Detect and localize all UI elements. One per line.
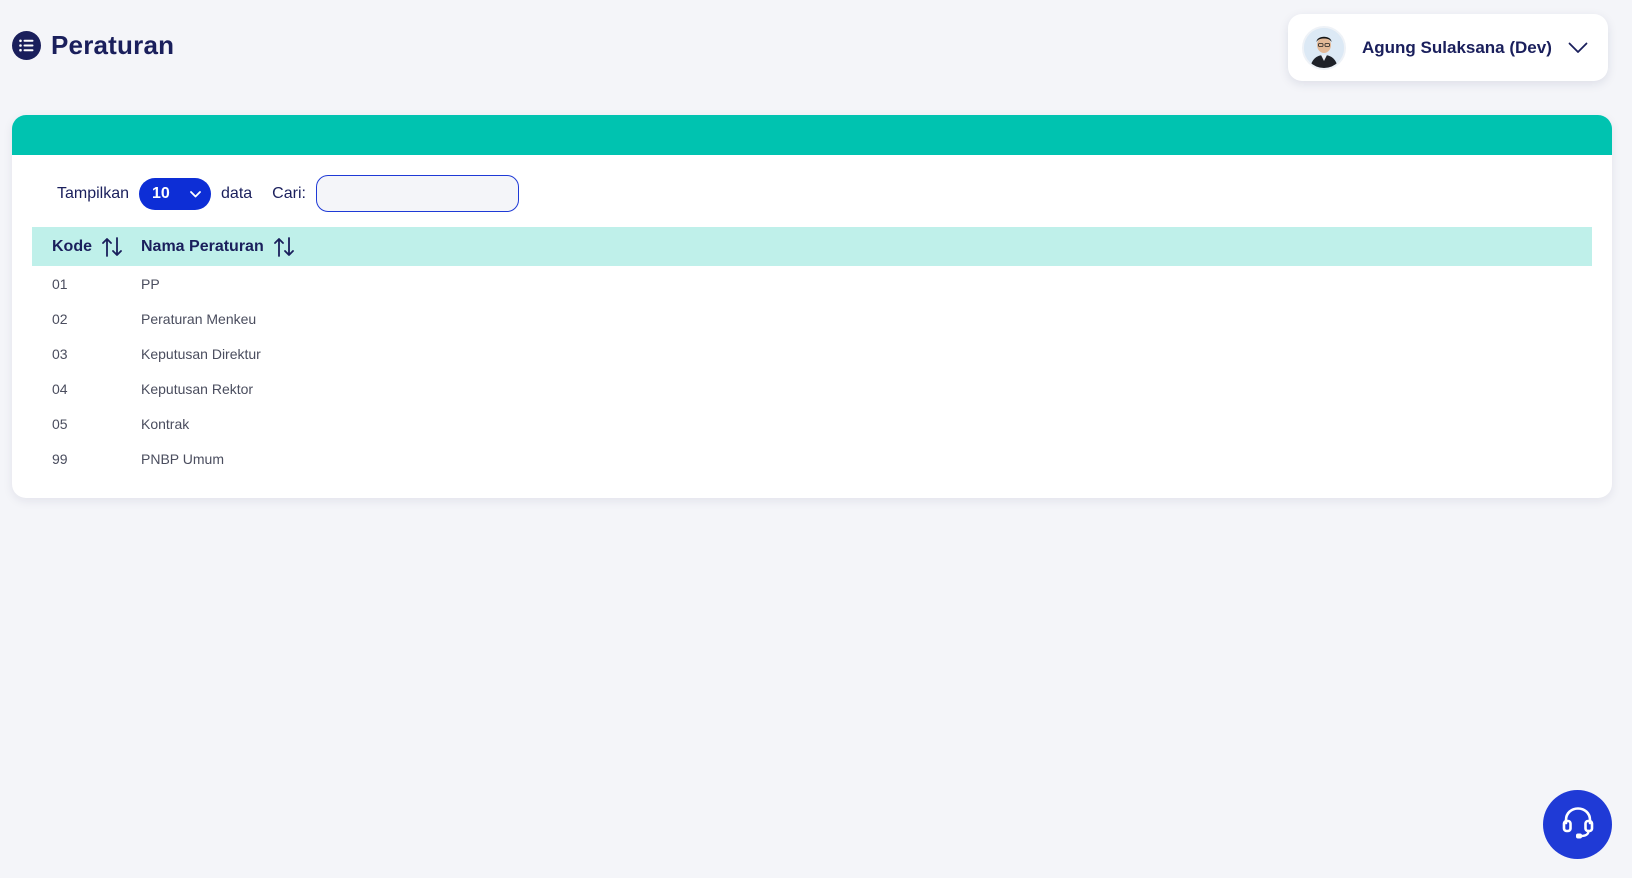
cell-kode: 04: [52, 380, 68, 397]
table-row[interactable]: 99 PNBP Umum: [32, 441, 1592, 476]
headset-icon: [1560, 804, 1596, 845]
cell-nama-peraturan: Keputusan Rektor: [141, 380, 254, 397]
column-header-kode[interactable]: Kode: [32, 236, 141, 258]
column-label: Nama Peraturan: [141, 237, 264, 255]
user-name: Agung Sulaksana (Dev): [1362, 37, 1552, 57]
column-header-nama-peraturan[interactable]: Nama Peraturan: [141, 236, 295, 258]
support-button[interactable]: [1543, 790, 1612, 859]
table-row[interactable]: 05 Kontrak: [32, 406, 1592, 441]
cell-nama-peraturan: PNBP Umum: [141, 450, 224, 467]
data-label: data: [221, 184, 253, 202]
table-row[interactable]: 02 Peraturan Menkeu: [32, 301, 1592, 336]
table-row[interactable]: 01 PP: [32, 266, 1592, 301]
page-length-select[interactable]: 10: [139, 177, 212, 210]
avatar: [1302, 25, 1346, 70]
cell-kode: 05: [52, 415, 68, 432]
table-row[interactable]: 03 Keputusan Direktur: [32, 336, 1592, 371]
cell-kode: 01: [52, 275, 68, 292]
cell-kode: 99: [52, 450, 68, 467]
cell-nama-peraturan: PP: [141, 275, 160, 292]
table-controls: Tampilkan 10 data Cari:: [57, 175, 519, 212]
table-header: Kode Nama Peraturan: [32, 227, 1592, 266]
sort-icon: [273, 236, 295, 258]
cell-kode: 03: [52, 345, 68, 362]
show-label: Tampilkan: [57, 184, 130, 202]
search-label: Cari:: [272, 184, 306, 202]
search-input[interactable]: [315, 175, 519, 212]
page-length-value: 10: [152, 184, 170, 202]
card-header-bar: [12, 115, 1612, 155]
chevron-down-icon[interactable]: [1568, 42, 1588, 54]
cell-nama-peraturan: Keputusan Direktur: [141, 345, 261, 362]
cell-nama-peraturan: Kontrak: [141, 415, 190, 432]
column-label: Kode: [52, 237, 92, 255]
cell-nama-peraturan: Peraturan Menkeu: [141, 310, 257, 327]
table-row[interactable]: 04 Keputusan Rektor: [32, 371, 1592, 406]
regulations-table: Kode Nama Peraturan 01 PP 02 Peraturan M…: [32, 227, 1592, 476]
page-header: Peraturan: [12, 30, 174, 61]
user-menu[interactable]: Agung Sulaksana (Dev): [1288, 14, 1608, 81]
cell-kode: 02: [52, 310, 68, 327]
list-icon: [12, 31, 41, 60]
regulations-card: Tampilkan 10 data Cari: Kode Nama Peratu…: [12, 115, 1612, 498]
chevron-down-icon: [190, 185, 201, 203]
page-title: Peraturan: [51, 30, 175, 60]
sort-icon: [101, 236, 123, 258]
